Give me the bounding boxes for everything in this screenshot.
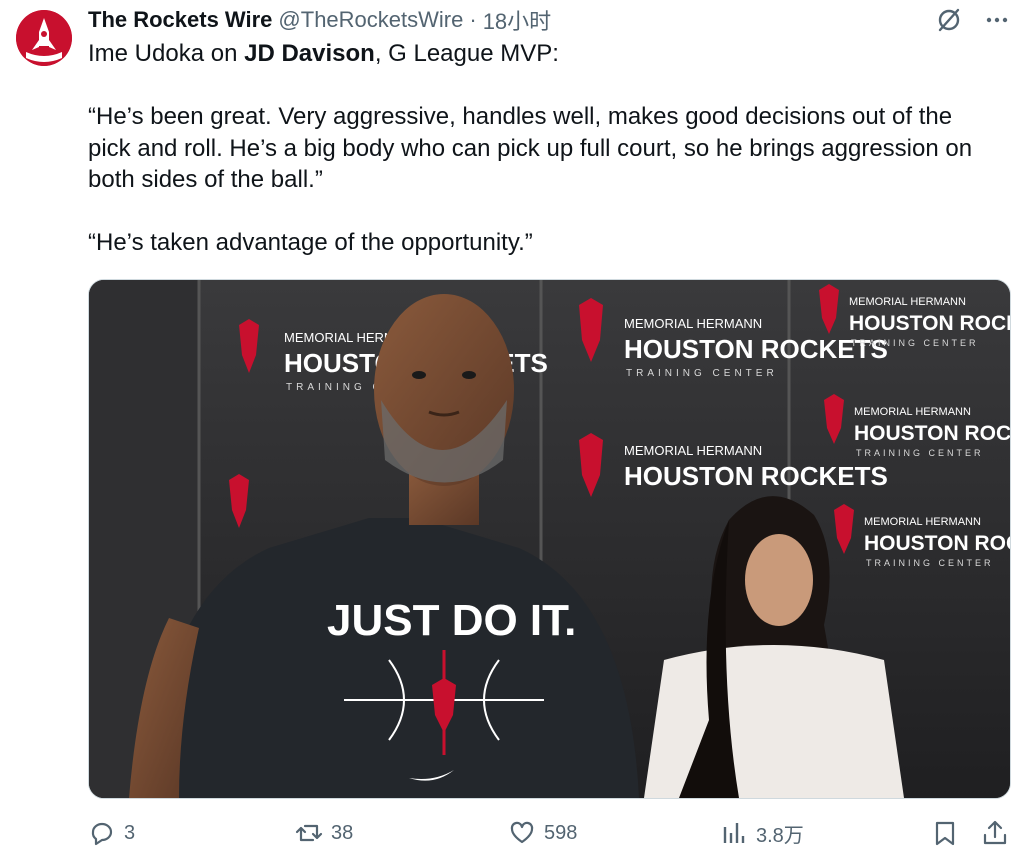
share-icon bbox=[983, 820, 1007, 845]
reply-icon bbox=[91, 822, 113, 846]
tweet-actions: 3 38 598 3.8万 bbox=[88, 815, 1009, 851]
shirt-text: JUST DO IT. bbox=[327, 596, 576, 645]
retweet-icon bbox=[295, 824, 323, 842]
bookmark-button[interactable] bbox=[931, 815, 959, 851]
rocket-logo-icon bbox=[16, 10, 72, 66]
timestamp[interactable]: 18小时 bbox=[483, 4, 551, 36]
svg-text:MEMORIAL HERMANN: MEMORIAL HERMANN bbox=[624, 443, 762, 458]
svg-text:HOUSTON ROCKETS: HOUSTON ROCKETS bbox=[624, 334, 888, 364]
svg-text:TRAINING CENTER: TRAINING CENTER bbox=[856, 448, 984, 458]
svg-text:MEMORIAL HERMANN: MEMORIAL HERMANN bbox=[864, 516, 981, 528]
svg-text:HOUSTON ROCKETS: HOUSTON ROCKETS bbox=[864, 532, 1010, 555]
more-icon[interactable] bbox=[985, 8, 1009, 32]
quote-2: “He’s taken advantage of the opportunity… bbox=[88, 229, 533, 256]
svg-text:HOUSTON ROCKETS: HOUSTON ROCKETS bbox=[849, 312, 1010, 335]
tweet-intro: Ime Udoka on JD Davison, G League MVP: bbox=[88, 38, 998, 70]
svg-text:TRAINING CENTER: TRAINING CENTER bbox=[626, 368, 778, 379]
grok-icon[interactable] bbox=[935, 6, 963, 34]
like-count: 598 bbox=[544, 821, 578, 844]
svg-text:HOUSTON ROCKETS: HOUSTON ROCKETS bbox=[854, 422, 1010, 445]
bookmark-icon bbox=[935, 821, 955, 846]
svg-text:MEMORIAL HERMANN: MEMORIAL HERMANN bbox=[849, 296, 966, 308]
view-count: 3.8万 bbox=[756, 824, 804, 847]
author-handle[interactable]: @TheRocketsWire bbox=[278, 7, 463, 33]
avatar[interactable] bbox=[16, 10, 72, 66]
tweet-media[interactable]: MEMORIAL HERMANN HOUSTON ROCKETS TRAININ… bbox=[88, 279, 1011, 799]
retweet-button[interactable]: 38 bbox=[295, 815, 353, 851]
separator-dot: · bbox=[469, 7, 477, 32]
author-name[interactable]: The Rockets Wire bbox=[88, 7, 272, 33]
reply-count: 3 bbox=[124, 821, 136, 844]
svg-text:MEMORIAL HERMANN: MEMORIAL HERMANN bbox=[854, 406, 971, 418]
svg-text:HOUSTON ROCKETS: HOUSTON ROCKETS bbox=[624, 461, 888, 491]
like-button[interactable]: 598 bbox=[508, 815, 577, 851]
share-button[interactable] bbox=[981, 815, 1009, 851]
reply-button[interactable]: 3 bbox=[88, 815, 135, 851]
views-button[interactable]: 3.8万 bbox=[720, 815, 804, 851]
media-scene: MEMORIAL HERMANN HOUSTON ROCKETS TRAININ… bbox=[89, 280, 1010, 798]
views-icon bbox=[723, 823, 745, 843]
intro-suffix: , G League MVP: bbox=[374, 40, 559, 67]
intro-prefix: Ime Udoka on bbox=[88, 40, 245, 67]
like-icon bbox=[510, 821, 534, 844]
svg-text:TRAINING CENTER: TRAINING CENTER bbox=[866, 558, 994, 568]
svg-text:TRAINING CENTER: TRAINING CENTER bbox=[851, 338, 979, 348]
tweet-text: Ime Udoka on JD Davison, G League MVP: “… bbox=[88, 38, 998, 259]
retweet-count: 38 bbox=[331, 821, 354, 844]
svg-text:MEMORIAL HERMANN: MEMORIAL HERMANN bbox=[624, 316, 762, 331]
tweet-header: The Rockets Wire @TheRocketsWire · 18小时 bbox=[88, 6, 1009, 34]
player-name: JD Davison bbox=[244, 40, 375, 67]
quote-1: “He’s been great. Very aggressive, handl… bbox=[88, 103, 973, 193]
